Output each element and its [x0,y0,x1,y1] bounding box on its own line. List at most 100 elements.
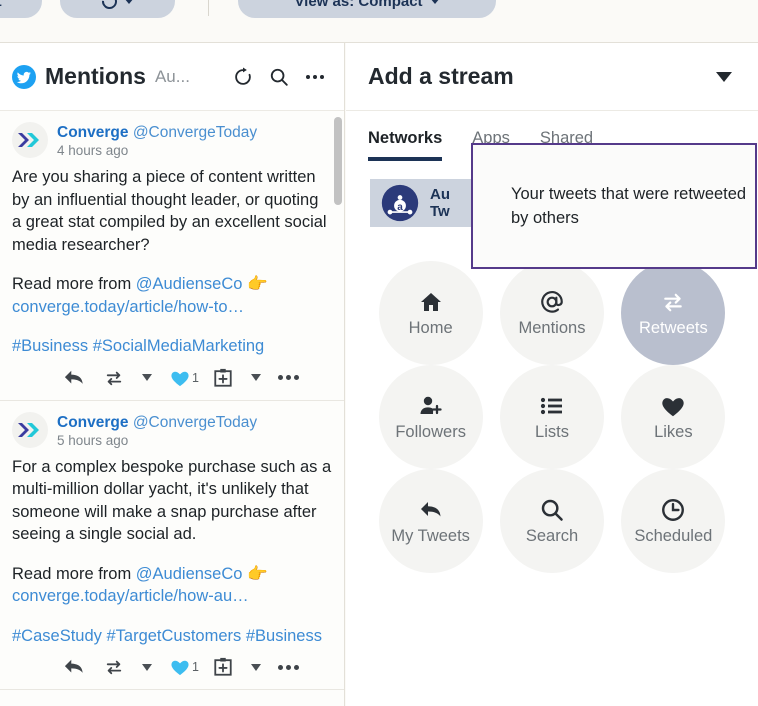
more-horizontal-icon [306,75,324,79]
caret-down-icon [716,72,732,82]
tweet-url-link[interactable]: converge.today/article/how-au… [12,585,332,608]
list-icon [539,393,565,419]
list-dropdown-button[interactable] [243,654,269,680]
search-button[interactable] [262,60,296,94]
more-horizontal-icon [278,375,299,380]
tweet-author: Converge @ConvergeToday 5 hours ago [57,412,257,450]
more-horizontal-icon [278,665,299,670]
tweet-author-handle[interactable]: @ConvergeToday [133,414,257,431]
list-dropdown-button[interactable] [243,365,269,391]
heart-icon [169,657,191,677]
toolbar-refresh-pill[interactable] [60,0,175,18]
stream-option-scheduled[interactable]: Scheduled [621,469,725,573]
stream-option-likes[interactable]: Likes [621,365,725,469]
retweet-dropdown-button[interactable] [134,365,160,391]
tweet-readmore: Read more from @AudienseCo 👉 [12,273,332,296]
account-name: Au Tw [430,186,450,220]
toolbar-pill-left[interactable]: it [0,0,42,18]
heart-icon [660,393,686,419]
stream-option-retweets[interactable]: Retweets [621,261,725,365]
tweet-url-link[interactable]: converge.today/article/how-to… [12,296,332,319]
chevron-down-icon [251,374,261,381]
account-name-line2: Tw [430,203,450,220]
collapse-panel-button[interactable] [704,57,744,97]
reply-arrow-icon [418,497,444,523]
tweet-readmore-prefix: Read more from [12,275,136,293]
stream-option-followers[interactable]: Followers [379,365,483,469]
tab-networks[interactable]: Networks [368,129,442,161]
add-stream-title: Add a stream [368,63,514,90]
chevron-down-icon [142,664,152,671]
retweet-icon [103,658,125,676]
view-as-label: View as: Compact [294,0,422,10]
stream-scrollbar[interactable] [333,111,344,706]
search-icon [539,497,565,523]
tweet-header: Converge @ConvergeToday 5 hours ago [12,412,332,450]
user-plus-icon [418,393,444,419]
audiense-logo-icon: a [380,183,420,223]
view-as-button[interactable]: View as: Compact [238,0,496,18]
converge-logo-icon [17,421,43,439]
retweet-icon [103,369,125,387]
add-to-list-button[interactable] [203,654,243,680]
tooltip-text: Your tweets that were retweeted by other… [511,182,755,230]
stream-option-label: Followers [395,423,466,442]
list-item[interactable]: Converge @ConvergeToday 4 hours ago Are … [0,111,344,401]
converge-logo-icon [17,131,43,149]
twitter-bird-icon [12,65,36,89]
refresh-icon [232,66,254,88]
retweet-icon [659,289,687,315]
page-title: Mentions [45,63,146,90]
mentions-header-actions [226,60,332,94]
tweet-actions: 1 [12,647,332,685]
avatar[interactable] [12,122,48,158]
reply-button[interactable] [54,654,94,680]
tweet-author-name[interactable]: Converge [57,414,129,431]
stream-option-lists[interactable]: Lists [500,365,604,469]
stream-type-grid: Home Mentions Retweets [346,261,758,573]
tweet-hashtags[interactable]: #Business #SocialMediaMarketing [12,335,332,358]
clock-icon [660,497,686,523]
mentions-column: Mentions Au... [0,43,345,706]
account-name-line1: Au [430,186,450,203]
chevron-down-icon [142,374,152,381]
tweet-hashtags[interactable]: #CaseStudy #TargetCustomers #Business [12,625,332,648]
svg-text:a: a [397,202,403,213]
stream-option-search[interactable]: Search [500,469,604,573]
top-toolbar: it View as: Compact [0,0,758,43]
tweet-author-name[interactable]: Converge [57,124,129,141]
list-item[interactable]: Converge @ConvergeToday 5 hours ago For … [0,401,344,691]
tweet-body: For a complex bespoke purchase such as a… [12,456,332,546]
tweet-readmore-prefix: Read more from [12,565,136,583]
retweet-button[interactable] [94,654,134,680]
tweet-timestamp: 5 hours ago [57,432,257,450]
stream-option-my-tweets[interactable]: My Tweets [379,469,483,573]
add-to-list-button[interactable] [203,365,243,391]
stream-option-label: Lists [535,423,569,442]
add-to-list-icon [213,657,233,677]
stream-option-home[interactable]: Home [379,261,483,365]
refresh-button[interactable] [226,60,260,94]
stream-option-mentions[interactable]: Mentions [500,261,604,365]
retweet-button[interactable] [94,365,134,391]
tweet-readmore: Read more from @AudienseCo 👉 [12,563,332,586]
stream-scrollbar-thumb[interactable] [334,117,342,205]
tweet-mention-link[interactable]: @AudienseCo [136,565,243,583]
stream-option-label: Retweets [639,319,708,338]
refresh-icon [98,0,119,12]
mentions-stream[interactable]: Converge @ConvergeToday 4 hours ago Are … [0,111,344,706]
tweet-author-handle[interactable]: @ConvergeToday [133,124,257,141]
more-options-button[interactable] [298,60,332,94]
stream-option-label: Mentions [519,319,586,338]
retweet-dropdown-button[interactable] [134,654,160,680]
reply-button[interactable] [54,365,94,391]
stream-option-label: My Tweets [391,527,470,546]
stream-option-label: Home [409,319,453,338]
tweet-author: Converge @ConvergeToday 4 hours ago [57,122,257,160]
add-to-list-icon [213,368,233,388]
tweet-more-button[interactable] [269,654,309,680]
avatar[interactable] [12,412,48,448]
tweet-mention-link[interactable]: @AudienseCo [136,275,243,293]
tweet-more-button[interactable] [269,365,309,391]
toolbar-divider [208,0,209,16]
